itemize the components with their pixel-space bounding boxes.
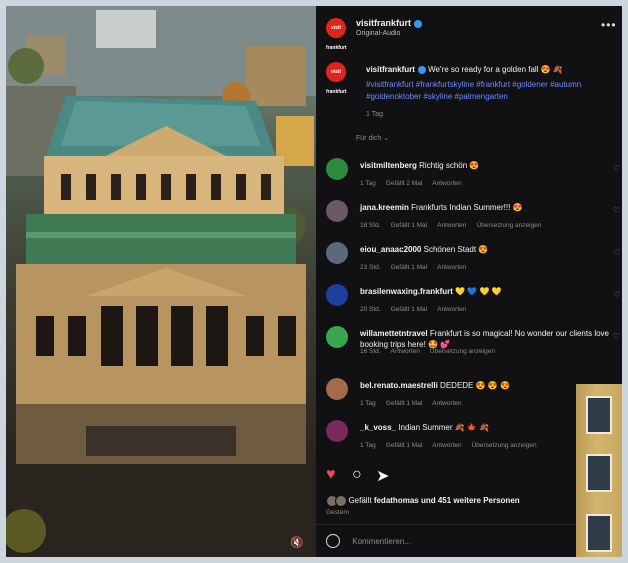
instagram-post-window: 🔇 visit frankfurt visitfrankfurt Origina…	[6, 6, 622, 557]
reply-link[interactable]: Antworten	[432, 442, 461, 449]
avatar[interactable]	[326, 158, 348, 180]
avatar[interactable]	[326, 284, 348, 306]
likes-prefix: Gefällt	[348, 496, 372, 506]
emoji-icon[interactable]	[326, 534, 340, 548]
heart-icon[interactable]: ♡	[613, 290, 620, 299]
comment-text: Indian Summer 🍂 🍁 🍂	[398, 423, 490, 432]
mute-icon[interactable]: 🔇	[290, 536, 304, 549]
comment-meta: 23 Std. Gefällt 1 Mal Antworten	[360, 262, 476, 271]
comment-meta: 16 Std. Antworten Übersetzung anzeigen	[360, 346, 505, 355]
translate-link[interactable]: Übersetzung anzeigen	[472, 442, 537, 449]
comment-time: 18 Std.	[360, 222, 381, 229]
comment-like-count[interactable]: Gefällt 1 Mal	[386, 400, 423, 407]
comment-username[interactable]: willamettetntravel	[360, 329, 428, 338]
comment-username[interactable]: _k_voss_	[360, 423, 396, 432]
more-icon[interactable]: •••	[601, 18, 617, 32]
comment-icon[interactable]: ○	[352, 466, 362, 484]
comment-text: Schönen Stadt 😍	[423, 245, 489, 254]
heart-icon[interactable]: ♥	[326, 466, 336, 484]
likes-summary[interactable]: Gefällt fedathomas und 451 weitere Perso…	[326, 495, 520, 507]
heart-icon[interactable]: ♡	[613, 164, 620, 173]
avatar[interactable]	[326, 378, 348, 400]
translate-link[interactable]: Übersetzung anzeigen	[476, 222, 541, 229]
share-icon[interactable]: ➤	[376, 466, 389, 486]
comment-username[interactable]: brasilenwaxing.frankfurt	[360, 287, 453, 296]
comment-item: brasilenwaxing.frankfurt 💛 💙 💛 💛 20 Std. G…	[326, 284, 622, 320]
comment-body: eiou_anaac2000 Schönen Stadt 😍	[360, 244, 610, 255]
caption-time: 1 Tag	[366, 111, 383, 118]
comment-time: 1 Tag	[360, 400, 376, 407]
overlapping-building-image	[576, 384, 622, 557]
window-shape	[586, 454, 612, 492]
comment-body: jana.kreemin Frankfurts Indian Summer!!!…	[360, 202, 610, 213]
caption-hashtags[interactable]: #visitfrankfurt #frankfurtskyline #frank…	[366, 79, 611, 103]
comment-text: Richtig schön 😍	[419, 161, 480, 170]
comment-body: _k_voss_ Indian Summer 🍂 🍁 🍂	[360, 422, 610, 433]
comment-input[interactable]	[350, 535, 555, 547]
avatar[interactable]	[326, 420, 348, 442]
post-date: Gestern	[326, 509, 350, 516]
comment-body: visitmiltenberg Richtig schön 😍	[360, 160, 610, 171]
comment-time: 1 Tag	[360, 442, 376, 449]
comment-time: 1 Tag	[360, 180, 376, 187]
comment-body: brasilenwaxing.frankfurt 💛 💙 💛 💛	[360, 286, 610, 297]
comment-composer	[326, 534, 555, 548]
comment-username[interactable]: jana.kreemin	[360, 203, 409, 212]
caption-text: We're so ready for a golden fall 😍 🍂	[428, 65, 563, 74]
comment-like-count[interactable]: Gefällt 2 Mal	[386, 180, 423, 187]
comment-item: willamettetntravel Frankfurt is so magic…	[326, 326, 622, 362]
heart-icon[interactable]: ♡	[613, 248, 620, 257]
reply-link[interactable]: Antworten	[432, 400, 461, 407]
post-image[interactable]: 🔇	[6, 6, 316, 557]
comment-meta: 18 Std. Gefällt 1 Mal Antworten Übersetzung…	[360, 220, 551, 229]
comment-username[interactable]: eiou_anaac2000	[360, 245, 421, 254]
comment-item: eiou_anaac2000 Schönen Stadt 😍 23 Std. Gef…	[326, 242, 622, 278]
comment-username[interactable]: visitmiltenberg	[360, 161, 417, 170]
comment-meta: 20 Std. Gefällt 1 Mal Antworten	[360, 304, 476, 313]
reply-link[interactable]: Antworten	[432, 180, 461, 187]
comment-like-count[interactable]: Gefällt 1 Mal	[391, 264, 428, 271]
comment-text: DEDEDE 😍 😍 😍	[440, 381, 510, 390]
window-shape	[586, 514, 612, 552]
verified-badge-icon	[417, 65, 426, 74]
translate-link[interactable]: Übersetzung anzeigen	[430, 348, 495, 355]
comment-meta: 1 Tag Gefällt 1 Mal Antworten Übersetzung a…	[360, 440, 547, 449]
heart-icon[interactable]: ♡	[613, 332, 620, 341]
reply-link[interactable]: Antworten	[437, 306, 466, 313]
comment-text: 💛 💙 💛 💛	[455, 287, 502, 296]
window-shape	[586, 396, 612, 434]
avatar[interactable]	[326, 326, 348, 348]
avatar[interactable]: visit frankfurt	[326, 62, 347, 95]
comment-meta: 1 Tag Gefällt 1 Mal Antworten	[360, 398, 472, 407]
reply-link[interactable]: Antworten	[437, 264, 466, 271]
reply-link[interactable]: Antworten	[391, 348, 420, 355]
opera-building-illustration	[6, 6, 316, 557]
comment-meta: 1 Tag Gefällt 2 Mal Antworten	[360, 178, 472, 187]
comment-like-count[interactable]: Gefällt 1 Mal	[386, 442, 423, 449]
likes-user[interactable]: fedathomas	[374, 496, 419, 505]
verified-badge-icon	[414, 19, 423, 28]
comment-time: 16 Std.	[360, 348, 381, 355]
comment-text: Frankfurts Indian Summer!!! 😍	[411, 203, 523, 212]
comment-time: 23 Std.	[360, 264, 381, 271]
audio-label[interactable]: Original-Audio	[356, 30, 400, 37]
comment-like-count[interactable]: Gefällt 1 Mal	[391, 222, 428, 229]
reply-link[interactable]: Antworten	[437, 222, 466, 229]
heart-icon[interactable]: ♡	[613, 206, 620, 215]
likes-count[interactable]: und 451 weitere Personen	[421, 496, 520, 505]
avatar[interactable]	[326, 200, 348, 222]
avatar[interactable]: visit frankfurt	[326, 18, 347, 51]
caption-username[interactable]: visitfrankfurt	[366, 65, 415, 74]
comment-like-count[interactable]: Gefällt 1 Mal	[391, 306, 428, 313]
account-name[interactable]: visitfrankfurt	[356, 18, 423, 28]
comment-body: bel.renato.maestrelli DEDEDE 😍 😍 😍	[360, 380, 610, 391]
comment-username[interactable]: bel.renato.maestrelli	[360, 381, 438, 390]
comment-item: jana.kreemin Frankfurts Indian Summer!!!…	[326, 200, 622, 236]
comment-item: visitmiltenberg Richtig schön 😍 1 Tag Gefä…	[326, 158, 622, 194]
avatar[interactable]	[326, 242, 348, 264]
for-you-filter[interactable]: Für dich ⌄	[356, 134, 389, 142]
avatar	[335, 495, 347, 507]
comment-time: 20 Std.	[360, 306, 381, 313]
